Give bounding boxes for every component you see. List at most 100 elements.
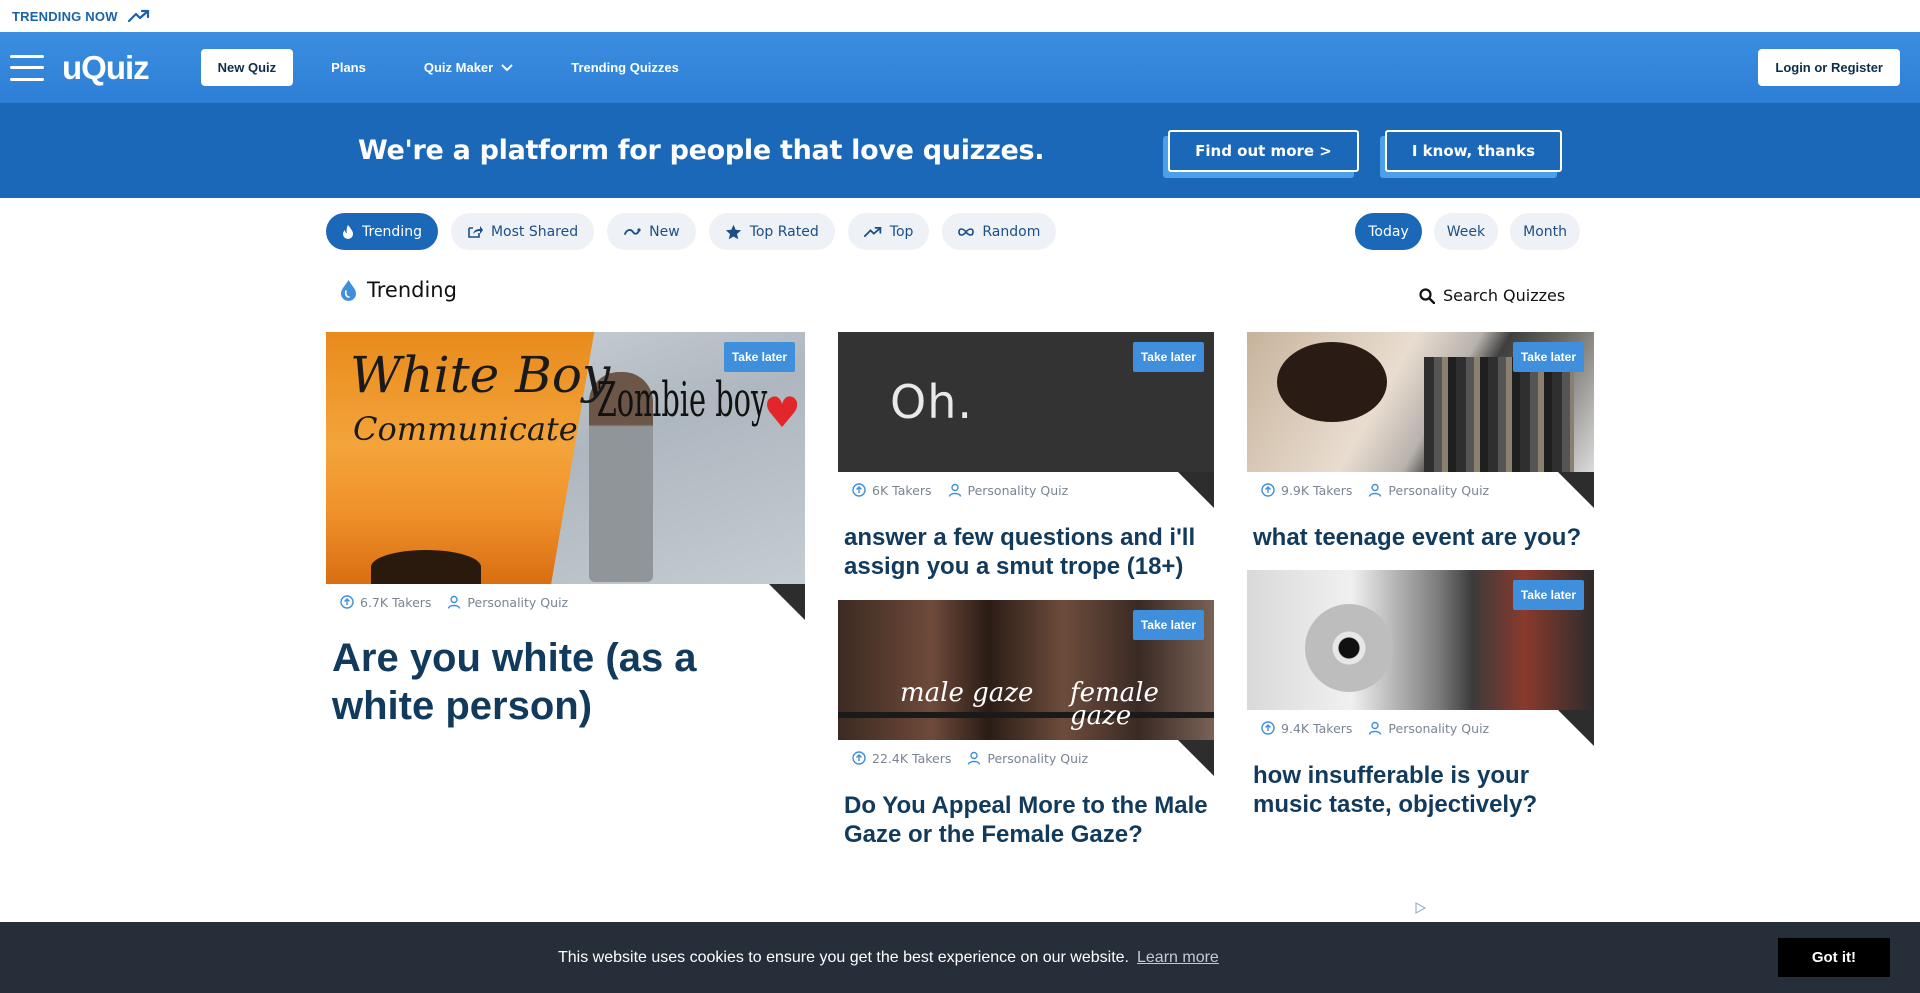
takers-count: 6.7K Takers bbox=[360, 594, 432, 610]
arrow-up-circle-icon bbox=[1261, 721, 1275, 735]
arrow-up-circle-icon bbox=[1261, 483, 1275, 497]
quiz-type: Personality Quiz bbox=[1388, 482, 1490, 498]
quiz-card[interactable]: White Boy Communicate Zombie boy ♥ Take … bbox=[326, 332, 805, 730]
flame-icon bbox=[343, 224, 353, 239]
i-know-thanks-button[interactable]: I know, thanks bbox=[1379, 129, 1562, 178]
quiz-title[interactable]: Are you white (as a white person) bbox=[326, 634, 805, 730]
quiz-card[interactable]: male gaze female gaze Take later 22.4K T… bbox=[838, 600, 1214, 850]
take-later-button[interactable]: Take later bbox=[1512, 342, 1584, 372]
thumb-text: Zombie boy bbox=[596, 372, 767, 428]
user-icon bbox=[448, 595, 461, 609]
period-today[interactable]: Today bbox=[1355, 213, 1422, 250]
search-icon bbox=[1419, 287, 1435, 304]
quiz-meta: 9.9K Takers Personality Quiz bbox=[1247, 472, 1594, 508]
banner-text: We're a platform for people that love qu… bbox=[358, 135, 1045, 166]
user-icon bbox=[1369, 721, 1382, 735]
share-icon bbox=[468, 226, 483, 238]
quiz-title[interactable]: what teenage event are you? bbox=[1247, 524, 1594, 553]
got-it-button[interactable]: Got it! bbox=[1777, 938, 1890, 977]
takers-count: 6K Takers bbox=[872, 482, 932, 498]
quiz-thumbnail[interactable]: Take later bbox=[1247, 570, 1594, 710]
quiz-title[interactable]: how insufferable is your music taste, ob… bbox=[1247, 762, 1594, 820]
quiz-meta: 6.7K Takers Personality Quiz bbox=[326, 584, 805, 620]
drop-icon bbox=[341, 280, 356, 301]
take-later-button[interactable]: Take later bbox=[1132, 342, 1204, 372]
tab-top[interactable]: Top bbox=[847, 213, 930, 250]
trending-up-icon bbox=[863, 226, 882, 237]
tab-top-label: Top bbox=[889, 223, 914, 240]
tab-most-shared-label: Most Shared bbox=[490, 223, 579, 240]
hamburger-menu-icon[interactable] bbox=[10, 54, 44, 81]
new-quiz-button[interactable]: New Quiz bbox=[200, 49, 294, 86]
trending-quizzes-link[interactable]: Trending Quizzes bbox=[551, 50, 699, 85]
find-out-more-button[interactable]: Find out more > bbox=[1163, 129, 1359, 178]
tab-trending[interactable]: Trending bbox=[326, 213, 438, 250]
quiz-card[interactable]: Take later 9.4K Takers Personality Quiz … bbox=[1247, 570, 1594, 820]
quiz-meta: 6K Takers Personality Quiz bbox=[838, 472, 1214, 508]
arrow-up-circle-icon bbox=[852, 483, 866, 497]
search-quizzes-link[interactable]: Search Quizzes bbox=[1419, 286, 1565, 305]
quiz-thumbnail[interactable]: White Boy Communicate Zombie boy ♥ Take … bbox=[326, 332, 805, 584]
tab-new-label: New bbox=[649, 223, 680, 240]
tab-most-shared[interactable]: Most Shared bbox=[450, 213, 595, 250]
quiz-meta: 22.4K Takers Personality Quiz bbox=[838, 740, 1214, 776]
quiz-maker-label: Quiz Maker bbox=[423, 60, 494, 75]
ad-choices-icon[interactable] bbox=[1414, 902, 1426, 914]
new-icon bbox=[624, 227, 641, 235]
thumb-text: Oh. bbox=[890, 375, 973, 429]
section-header: Trending bbox=[340, 278, 457, 302]
learn-more-link[interactable]: Learn more bbox=[1137, 949, 1219, 967]
cookie-message: This website uses cookies to ensure you … bbox=[558, 948, 1129, 966]
quiz-card[interactable]: Oh. Take later 6K Takers Personality Qui… bbox=[838, 332, 1214, 582]
find-out-more-label: Find out more > bbox=[1168, 129, 1359, 172]
tab-top-rated-label: Top Rated bbox=[749, 223, 819, 240]
quiz-card[interactable]: Take later 9.9K Takers Personality Quiz … bbox=[1247, 332, 1594, 553]
plans-label: Plans bbox=[331, 60, 366, 75]
filter-bar: Trending Most Shared New Top Rated Top R… bbox=[326, 213, 1580, 250]
quiz-title[interactable]: Do You Appeal More to the Male Gaze or t… bbox=[838, 792, 1214, 850]
quiz-maker-dropdown[interactable]: Quiz Maker bbox=[404, 50, 533, 85]
thumb-text: White Boy bbox=[350, 346, 611, 404]
takers-count: 9.4K Takers bbox=[1281, 720, 1353, 736]
take-later-button[interactable]: Take later bbox=[1512, 580, 1584, 610]
period-week[interactable]: Week bbox=[1433, 213, 1499, 250]
takers-count: 9.9K Takers bbox=[1281, 482, 1353, 498]
quiz-meta: 9.4K Takers Personality Quiz bbox=[1247, 710, 1594, 746]
top-navbar: uQuiz New Quiz Plans Quiz Maker Trending… bbox=[0, 32, 1920, 103]
logo[interactable]: uQuiz bbox=[62, 49, 150, 87]
tab-top-rated[interactable]: Top Rated bbox=[708, 213, 835, 250]
trending-now-strip[interactable]: TRENDING NOW bbox=[0, 0, 1920, 32]
quiz-thumbnail[interactable]: Take later bbox=[1247, 332, 1594, 472]
shuffle-icon bbox=[958, 227, 975, 236]
user-icon bbox=[948, 483, 961, 497]
arrow-up-circle-icon bbox=[340, 595, 354, 609]
quiz-type: Personality Quiz bbox=[967, 482, 1069, 498]
thumb-text: Communicate bbox=[353, 410, 578, 448]
takers-count: 22.4K Takers bbox=[872, 750, 952, 766]
quiz-type: Personality Quiz bbox=[467, 594, 569, 610]
quiz-type: Personality Quiz bbox=[987, 750, 1089, 766]
period-month[interactable]: Month bbox=[1510, 213, 1580, 250]
tab-new[interactable]: New bbox=[607, 213, 696, 250]
tab-trending-label: Trending bbox=[362, 223, 422, 240]
i-know-thanks-label: I know, thanks bbox=[1384, 129, 1562, 172]
plans-link[interactable]: Plans bbox=[311, 50, 386, 85]
intro-banner: We're a platform for people that love qu… bbox=[0, 103, 1920, 198]
quiz-thumbnail[interactable]: Oh. Take later bbox=[838, 332, 1214, 472]
tab-random[interactable]: Random bbox=[942, 213, 1057, 250]
section-title: Trending bbox=[367, 278, 457, 302]
star-icon bbox=[725, 224, 741, 239]
arrow-up-circle-icon bbox=[852, 751, 866, 765]
take-later-button[interactable]: Take later bbox=[723, 342, 795, 372]
thumb-text: male gaze bbox=[900, 678, 1034, 708]
quiz-title[interactable]: answer a few questions and i'll assign y… bbox=[838, 524, 1214, 582]
quiz-type: Personality Quiz bbox=[1388, 720, 1490, 736]
heart-icon: ♥ bbox=[763, 388, 801, 437]
cookie-banner: This website uses cookies to ensure you … bbox=[0, 922, 1920, 993]
login-register-button[interactable]: Login or Register bbox=[1758, 49, 1900, 86]
take-later-button[interactable]: Take later bbox=[1132, 610, 1204, 640]
thumb-text: female gaze bbox=[1070, 678, 1159, 732]
tab-random-label: Random bbox=[982, 223, 1041, 240]
quiz-thumbnail[interactable]: male gaze female gaze Take later bbox=[838, 600, 1214, 740]
trending-now-label: TRENDING NOW bbox=[12, 8, 118, 24]
